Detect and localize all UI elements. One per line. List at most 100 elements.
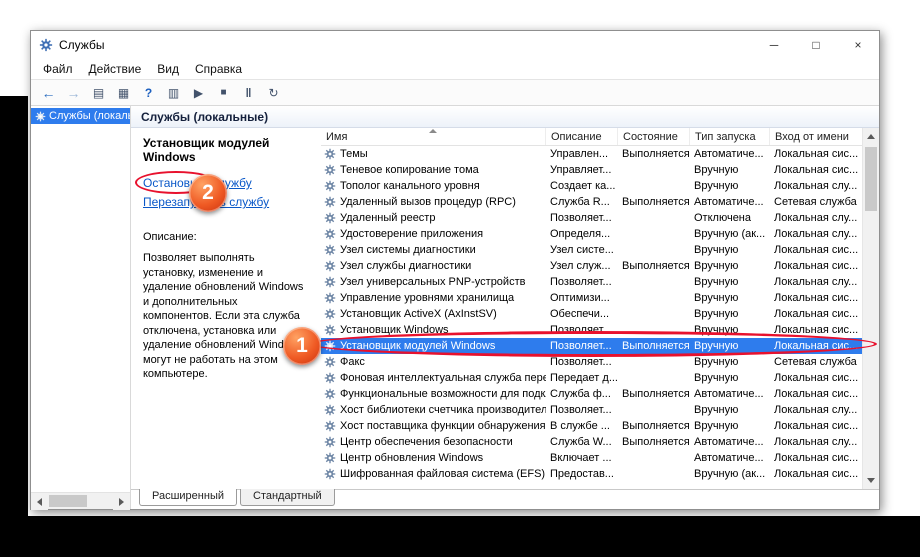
table-row[interactable]: Центр обновления Windows Включает ... Ав…	[321, 450, 862, 466]
toolbar-button[interactable]: ▤	[87, 82, 110, 103]
toolbar-button[interactable]: ?	[137, 82, 160, 103]
service-startup-type: Вручную	[694, 324, 739, 336]
service-logon-as: Локальная слу...	[774, 276, 858, 288]
column-header[interactable]: Описание	[546, 128, 618, 145]
menu-item[interactable]: Вид	[149, 60, 187, 78]
table-row[interactable]: Узел системы диагностики Узел систе... В…	[321, 242, 862, 258]
table-row[interactable]: Удостоверение приложения Определя... Вру…	[321, 226, 862, 242]
toolbar-button[interactable]: ←	[37, 82, 60, 103]
toolbar-button[interactable]: ↻	[262, 82, 285, 103]
scroll-left-icon[interactable]	[31, 493, 48, 510]
service-logon-as: Локальная сис...	[774, 324, 859, 336]
column-header[interactable]: Состояние	[618, 128, 690, 145]
vertical-scrollbar[interactable]	[862, 128, 879, 489]
desktop-background-left	[0, 96, 28, 516]
toolbar-button[interactable]: ▥	[162, 82, 185, 103]
service-description: Позволяет...	[550, 276, 612, 288]
service-startup-type: Автоматиче...	[694, 196, 764, 208]
service-logon-as: Локальная слу...	[774, 180, 858, 192]
service-name: Темы	[340, 148, 368, 160]
service-gear-icon	[324, 228, 336, 240]
window-control-button[interactable]: ×	[837, 31, 879, 59]
column-header[interactable]: Тип запуска	[690, 128, 770, 145]
service-name: Установщик модулей Windows	[340, 340, 496, 352]
service-startup-type: Вручную (ак...	[694, 468, 766, 480]
vscroll-track[interactable]	[863, 145, 879, 472]
description-text: Позволяет выполнять установку, изменение…	[143, 252, 304, 381]
table-row[interactable]: Управление уровнями хранилища Оптимизи..…	[321, 290, 862, 306]
service-name-cell: Шифрованная файловая система (EFS)	[321, 466, 546, 482]
menu-item[interactable]: Файл	[35, 60, 81, 78]
service-name-cell: Узел системы диагностики	[321, 242, 546, 258]
tree-horizontal-scrollbar[interactable]	[31, 492, 130, 510]
window-control-button[interactable]: □	[795, 31, 837, 59]
table-row[interactable]: Фоновая интеллектуальная служба передачи…	[321, 370, 862, 386]
vscroll-thumb[interactable]	[865, 147, 877, 211]
snapin-header: Службы (локальные)	[131, 106, 879, 128]
services-table: Имя Описание Состояние Тип запуска Вход …	[283, 128, 877, 489]
tree-item-services-local[interactable]: Службы (локальн	[31, 108, 130, 124]
scroll-down-icon[interactable]	[863, 472, 879, 489]
annotation-badge-1: 1	[283, 327, 321, 365]
service-name: Центр обновления Windows	[340, 452, 484, 464]
table-row[interactable]: Теневое копирование тома Управляет... Вр…	[321, 162, 862, 178]
service-startup-type: Автоматиче...	[694, 148, 764, 160]
titlebar[interactable]: Службы ─ □ ×	[31, 31, 879, 59]
view-tabs: Расширенный Стандартный	[131, 489, 879, 509]
service-startup-type: Вручную	[694, 340, 739, 352]
service-logon-as: Локальная сис...	[774, 452, 859, 464]
table-row[interactable]: Факс Позволяет... Вручную Сетевая служба	[321, 354, 862, 370]
table-row[interactable]: Центр обеспечения безопасности Служба W.…	[321, 434, 862, 450]
service-name: Удостоверение приложения	[340, 228, 484, 240]
toolbar-button[interactable]: →	[62, 82, 85, 103]
hscroll-thumb[interactable]	[49, 495, 87, 507]
scroll-up-icon[interactable]	[863, 128, 879, 145]
service-logon-as: Локальная слу...	[774, 436, 858, 448]
service-name-cell: Удостоверение приложения	[321, 226, 546, 242]
service-description: Обеспечи...	[550, 308, 610, 320]
column-header[interactable]: Имя	[321, 128, 546, 145]
scroll-right-icon[interactable]	[113, 493, 130, 510]
service-name: Узел универсальных PNP-устройств	[340, 276, 526, 288]
service-name-cell: Хост поставщика функции обнаружения	[321, 418, 546, 434]
service-logon-as: Локальная сис...	[774, 292, 859, 304]
service-description: Позволяет...	[550, 340, 612, 352]
table-row[interactable]: Удаленный вызов процедур (RPC) Служба R.…	[321, 194, 862, 210]
table-row[interactable]: Функциональные возможности для подключе.…	[321, 386, 862, 402]
menu-item[interactable]: Справка	[187, 60, 250, 78]
column-header-label: Тип запуска	[695, 130, 756, 143]
service-gear-icon	[324, 164, 336, 176]
table-row[interactable]: Хост библиотеки счетчика производительно…	[321, 402, 862, 418]
service-name: Управление уровнями хранилища	[340, 292, 515, 304]
toolbar-button[interactable]: ‖	[237, 82, 260, 103]
service-startup-type: Вручную	[694, 276, 739, 288]
service-gear-icon	[324, 388, 336, 400]
service-gear-icon	[324, 452, 336, 464]
table-row[interactable]: Хост поставщика функции обнаружения В сл…	[321, 418, 862, 434]
toolbar-button[interactable]: ■	[212, 82, 235, 103]
view-tab[interactable]: Расширенный	[139, 489, 237, 506]
table-row[interactable]: Темы Управлен... Выполняется Автоматиче.…	[321, 146, 862, 162]
view-tab[interactable]: Стандартный	[240, 489, 335, 506]
table-row[interactable]: Удаленный реестр Позволяет... Отключена …	[321, 210, 862, 226]
toolbar-button[interactable]: ▦	[112, 82, 135, 103]
table-row[interactable]: Шифрованная файловая система (EFS) Предо…	[321, 466, 862, 482]
toolbar-button[interactable]: ▶	[187, 82, 210, 103]
service-description: Узел систе...	[550, 244, 614, 256]
service-status	[618, 274, 690, 290]
table-row[interactable]: Установщик Windows Позволяет... Вручную …	[321, 322, 862, 338]
column-header[interactable]: Вход от имени	[770, 128, 862, 145]
menu-item[interactable]: Действие	[81, 60, 150, 78]
service-status	[618, 466, 690, 482]
table-row[interactable]: Установщик модулей Windows Позволяет... …	[321, 338, 862, 354]
service-logon-as: Локальная сис...	[774, 148, 859, 160]
hscroll-track[interactable]	[48, 493, 113, 509]
table-row[interactable]: Узел службы диагностики Узел служ... Вып…	[321, 258, 862, 274]
window-control-button[interactable]: ─	[753, 31, 795, 59]
table-row[interactable]: Тополог канального уровня Создает ка... …	[321, 178, 862, 194]
table-row[interactable]: Установщик ActiveX (AxInstSV) Обеспечи..…	[321, 306, 862, 322]
service-logon-as: Локальная сис...	[774, 372, 859, 384]
tree-item-label: Службы (локальн	[49, 110, 130, 122]
service-name: Удаленный вызов процедур (RPC)	[340, 196, 516, 208]
table-row[interactable]: Узел универсальных PNP-устройств Позволя…	[321, 274, 862, 290]
